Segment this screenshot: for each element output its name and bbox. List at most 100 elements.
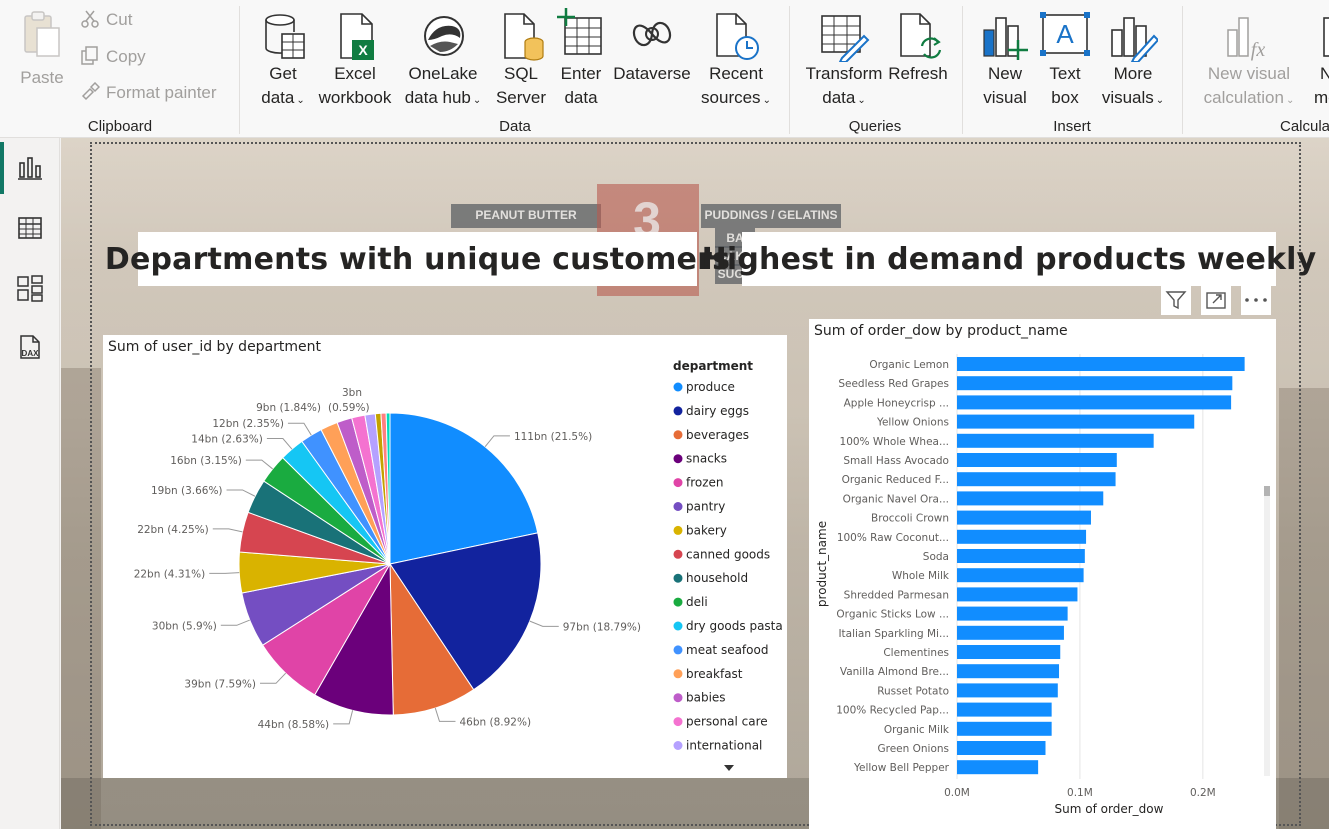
transform-data-button[interactable]: Transform data ⌄ xyxy=(802,6,886,110)
new-visual-button[interactable]: New visual xyxy=(976,6,1034,110)
bar[interactable] xyxy=(957,664,1060,679)
legend-item[interactable]: produce xyxy=(686,380,735,394)
new-visual-icon xyxy=(983,17,1028,60)
bar[interactable] xyxy=(957,433,1154,448)
bar[interactable] xyxy=(957,510,1091,525)
legend-item[interactable]: deli xyxy=(686,595,708,609)
bar[interactable] xyxy=(957,395,1232,410)
legend-scroll-down-icon[interactable] xyxy=(724,765,734,771)
recent-label-2: sources xyxy=(701,88,761,107)
x-tick-label: 0.2M xyxy=(1190,787,1216,799)
bar[interactable] xyxy=(957,414,1195,429)
legend-item[interactable]: babies xyxy=(686,691,726,705)
legend-item[interactable]: dry goods pasta xyxy=(686,619,783,633)
bar[interactable] xyxy=(957,645,1061,659)
paste-button[interactable]: Paste xyxy=(14,6,70,90)
recent-sources-button[interactable]: Recent sources ⌄ xyxy=(694,6,778,110)
bar[interactable] xyxy=(957,683,1058,698)
legend-marker xyxy=(673,406,683,416)
onelake-data-hub-button[interactable]: OneLake data hub ⌄ xyxy=(398,6,488,110)
text-box-button[interactable]: A Text box xyxy=(1036,6,1094,110)
bar[interactable] xyxy=(957,568,1084,583)
bar[interactable] xyxy=(957,760,1039,775)
bar[interactable] xyxy=(957,625,1064,640)
bar[interactable] xyxy=(957,357,1245,371)
y-category-label: Whole Milk xyxy=(892,570,950,582)
bar-chart[interactable]: 0.0M 0.1M 0.2M Organic Lemon Seedless Red Gr… xyxy=(809,319,1276,829)
pie-chart[interactable]: 111bn (21.5%) 97bn (18.79%) 46bn (8.92%) 44… xyxy=(103,335,787,778)
table-view-button[interactable] xyxy=(0,198,60,258)
title-departments[interactable]: Departments with unique customers xyxy=(105,232,730,286)
svg-text:A: A xyxy=(1056,19,1074,49)
bar[interactable] xyxy=(957,606,1068,621)
pie-leader-line xyxy=(287,422,312,436)
bar[interactable] xyxy=(957,376,1233,391)
paintbrush-icon xyxy=(81,81,101,101)
copy-icon xyxy=(81,46,98,65)
legend-item[interactable]: bakery xyxy=(686,523,727,537)
dataverse-label: Dataverse xyxy=(613,64,691,83)
bar[interactable] xyxy=(957,702,1052,717)
copy-button[interactable]: Copy xyxy=(80,46,146,67)
scrollbar-track[interactable] xyxy=(1264,486,1270,776)
bar[interactable] xyxy=(957,472,1116,487)
report-canvas[interactable]: PEANUT BUTTER 3 PUDDINGS / GELATINS BA C… xyxy=(61,138,1329,829)
pie-chart-visual[interactable]: Sum of user_id by department 111bn (21.5… xyxy=(103,335,787,778)
bar[interactable] xyxy=(957,549,1085,563)
onelake-label-2: data hub xyxy=(404,88,471,107)
pie-data-label: 30bn (5.9%) xyxy=(152,620,217,632)
pie-leader-line xyxy=(434,707,456,722)
bar[interactable] xyxy=(957,453,1117,467)
legend-item[interactable]: canned goods xyxy=(686,547,770,561)
legend-item[interactable]: international xyxy=(686,739,762,753)
more-options-button[interactable] xyxy=(1241,285,1271,315)
title-products[interactable]: Highest in demand products weekly xyxy=(702,232,1316,286)
bar[interactable] xyxy=(957,529,1087,544)
legend-item[interactable]: household xyxy=(686,571,748,585)
more-visuals-button[interactable]: More visuals ⌄ xyxy=(1098,6,1168,110)
y-category-label: Broccoli Crown xyxy=(871,513,949,525)
bar-chart-visual[interactable]: Sum of order_dow by product_name 0.0M 0.1… xyxy=(809,319,1276,829)
legend-marker xyxy=(673,597,683,607)
legend-item[interactable]: personal care xyxy=(686,715,768,729)
sql-server-button[interactable]: SQL Server xyxy=(492,6,550,110)
excel-workbook-button[interactable]: X Excel workbook xyxy=(314,6,396,110)
enter-data-button[interactable]: Enter data xyxy=(553,6,609,110)
refresh-button[interactable]: Refresh xyxy=(886,6,950,86)
bar[interactable] xyxy=(957,721,1052,736)
legend-item[interactable]: meat seafood xyxy=(686,643,768,657)
legend-item[interactable]: frozen xyxy=(686,476,724,490)
focus-mode-button[interactable] xyxy=(1201,285,1231,315)
format-painter-button[interactable]: Format painter xyxy=(80,81,217,103)
get-data-button[interactable]: Get data ⌄ xyxy=(252,6,314,110)
y-category-label: Vanilla Almond Bre... xyxy=(840,666,949,678)
model-view-button[interactable] xyxy=(0,258,60,318)
dataverse-button[interactable]: Dataverse xyxy=(611,6,693,86)
new-measure-button[interactable]: N me xyxy=(1304,6,1329,110)
data-group-label: Data xyxy=(499,118,531,135)
legend-item[interactable]: snacks xyxy=(686,452,727,466)
bar[interactable] xyxy=(957,491,1104,506)
legend-marker xyxy=(673,382,683,392)
cut-button[interactable]: Cut xyxy=(80,9,132,30)
dax-query-icon: DAX xyxy=(20,335,40,359)
legend-item[interactable]: beverages xyxy=(686,428,749,442)
dax-query-view-button[interactable]: DAX xyxy=(0,318,60,378)
text-box-label-1: Text xyxy=(1049,64,1081,83)
transform-label-1: Transform xyxy=(805,64,883,83)
scrollbar-thumb[interactable] xyxy=(1264,486,1270,496)
pie-leader-line xyxy=(245,459,273,470)
view-switcher: DAX xyxy=(0,138,60,829)
new-visual-calculation-button[interactable]: fx New visual calculation ⌄ xyxy=(1194,6,1304,110)
filter-button[interactable] xyxy=(1161,285,1191,315)
legend-item[interactable]: breakfast xyxy=(686,667,743,681)
legend-item[interactable]: dairy eggs xyxy=(686,404,749,418)
legend-item[interactable]: pantry xyxy=(686,500,725,514)
x-tick-label: 0.0M xyxy=(944,787,970,799)
report-view-button[interactable] xyxy=(0,138,60,198)
bar[interactable] xyxy=(957,741,1046,755)
x-tick-label: 0.1M xyxy=(1067,787,1093,799)
excel-label-2: workbook xyxy=(318,88,392,107)
new-visual-calc-label-1: New visual xyxy=(1207,64,1291,83)
bar[interactable] xyxy=(957,587,1078,602)
